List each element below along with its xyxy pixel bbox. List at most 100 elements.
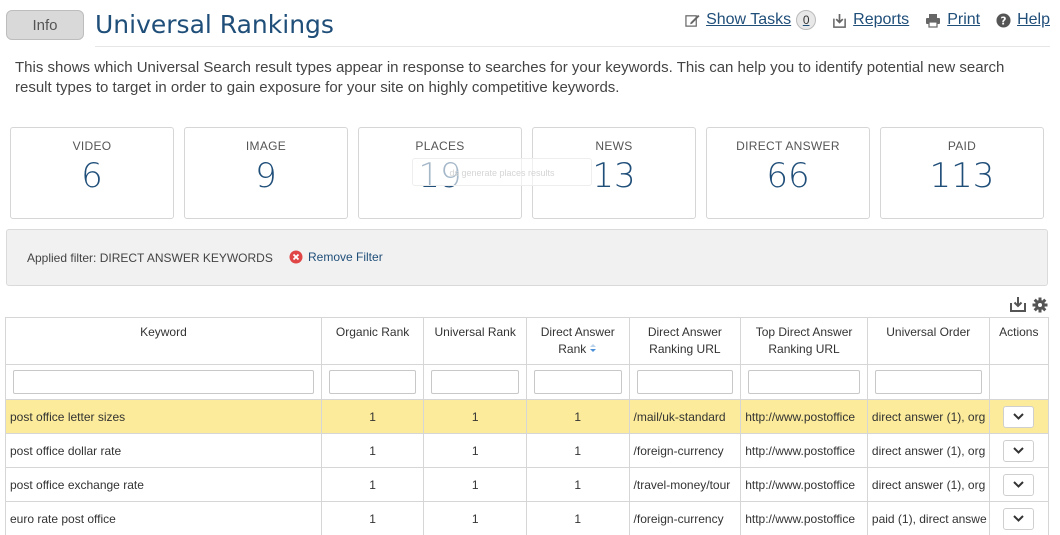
export-icon [1010,297,1026,312]
export-button[interactable] [1010,296,1026,317]
keyword-cell: euro rate post office [5,501,322,535]
applied-filter-text: Applied filter: DIRECT ANSWER KEYWORDS [27,251,273,265]
stat-label: VIDEO [72,139,112,153]
column-header-label: Universal Order [886,325,971,339]
direct-answer-url-cell[interactable]: /foreign-currency [628,433,742,468]
column-header-organic-rank[interactable]: Organic Rank [320,317,425,365]
remove-filter-button[interactable]: Remove Filter [289,250,383,264]
row-actions-dropdown[interactable] [1003,507,1035,530]
direct-answer-rank-cell: 1 [525,501,630,535]
direct-answer-rank-filter-input[interactable] [533,370,622,394]
table-row[interactable]: post office letter sizes 1 1 1 /mail/uk-… [5,399,1050,434]
show-tasks-label: Show Tasks [706,11,792,28]
stat-card-paid[interactable]: PAID 113 [880,127,1044,219]
filter-cell [988,364,1050,400]
top-direct-answer-url-filter-input[interactable] [748,370,860,394]
column-header-universal-rank[interactable]: Universal Rank [423,317,527,365]
table-row[interactable]: euro rate post office 1 1 1 /foreign-cur… [5,501,1050,535]
direct-answer-url-cell[interactable]: /travel-money/tour [628,467,742,502]
direct-answer-url-filter-input[interactable] [636,370,734,394]
page-description: This shows which Universal Search result… [15,59,1005,96]
universal-rank-cell: 1 [423,399,527,434]
column-header-label: Top Direct Answer Ranking URL [755,325,853,356]
show-tasks-link[interactable]: Show Tasks 0 [685,10,817,30]
keyword-cell: post office dollar rate [5,433,322,468]
universal-order-cell: direct answer (1), org [866,433,990,468]
actions-cell [988,467,1050,502]
header-divider [95,46,1050,47]
column-header-label: Direct Answer Rank [540,325,615,356]
stat-label: PAID [947,139,977,153]
top-direct-answer-url-cell[interactable]: http://www.postoffice [740,501,868,535]
table-row[interactable]: post office exchange rate 1 1 1 /travel-… [5,467,1050,502]
column-header-actions: Actions [988,317,1050,365]
column-header-label: Keyword [140,325,187,339]
stat-card-video[interactable]: VIDEO 6 [10,127,174,219]
chevron-down-icon [1013,515,1025,522]
applied-filter-bar: Applied filter: DIRECT ANSWER KEYWORDS R… [6,229,1048,286]
filter-cell [525,364,630,400]
sort-descending-icon [590,344,597,352]
top-links: Show Tasks 0 Reports Print ? Help [669,10,1050,30]
top-direct-answer-url-cell[interactable]: http://www.postoffice [740,399,868,434]
keyword-cell: post office letter sizes [5,399,322,434]
column-header-label: Direct Answer Ranking URL [647,325,722,356]
edit-icon [685,14,700,27]
print-icon [926,13,941,28]
svg-text:?: ? [1001,15,1007,27]
direct-answer-url-cell[interactable]: /mail/uk-standard [628,399,742,434]
universal-order-cell: direct answer (1), org [866,399,990,434]
column-header-direct-answer-rank[interactable]: Direct Answer Rank [525,317,630,365]
column-filter-row [5,364,1050,400]
column-header-top-direct-answer-url[interactable]: Top Direct Answer Ranking URL [740,317,868,365]
filter-cell [320,364,425,400]
row-actions-dropdown[interactable] [1003,405,1035,428]
row-actions-dropdown[interactable] [1003,473,1035,496]
column-header-label: Universal Rank [434,325,516,339]
stat-value: 6 [81,156,103,196]
filter-cell [5,364,322,400]
column-header-direct-answer-url[interactable]: Direct Answer Ranking URL [628,317,742,365]
faded-tooltip: ds generate places results [412,158,592,186]
column-header-label: Organic Rank [335,325,410,339]
organic-rank-cell: 1 [320,399,425,434]
chevron-down-icon [1013,481,1025,488]
remove-filter-label: Remove Filter [308,250,383,264]
filter-cell [423,364,527,400]
stat-label: IMAGE [245,139,287,153]
rankings-table: Keyword Organic Rank Universal Rank Dire… [5,317,1050,535]
help-link[interactable]: ? Help [996,11,1050,29]
reports-icon [833,13,847,28]
universal-rank-cell: 1 [423,467,527,502]
info-button[interactable]: Info [6,10,84,40]
actions-cell [988,433,1050,468]
universal-order-filter-input[interactable] [874,370,982,394]
direct-answer-url-cell[interactable]: /foreign-currency [628,501,742,535]
table-header-row: Keyword Organic Rank Universal Rank Dire… [5,317,1050,365]
stat-label: DIRECT ANSWER [736,139,840,153]
column-header-keyword[interactable]: Keyword [5,317,322,365]
stat-card-image[interactable]: IMAGE 9 [184,127,348,219]
table-row[interactable]: post office dollar rate 1 1 1 /foreign-c… [5,433,1050,468]
column-header-universal-order[interactable]: Universal Order [866,317,990,365]
chevron-down-icon [1013,447,1025,454]
filter-cell [628,364,742,400]
organic-rank-filter-input[interactable] [328,370,417,394]
direct-answer-rank-cell: 1 [525,433,630,468]
stat-card-direct-answer[interactable]: DIRECT ANSWER 66 [706,127,870,219]
organic-rank-cell: 1 [320,467,425,502]
print-link[interactable]: Print [925,11,980,29]
universal-rank-filter-input[interactable] [431,370,519,394]
row-actions-dropdown[interactable] [1003,439,1035,462]
stat-value: 113 [929,156,995,196]
reports-label: Reports [853,11,910,28]
reports-link[interactable]: Reports [832,11,909,29]
top-direct-answer-url-cell[interactable]: http://www.postoffice [740,467,868,502]
keyword-filter-input[interactable] [13,370,314,394]
universal-order-cell: paid (1), direct answe [866,501,990,535]
table-settings-button[interactable] [1032,297,1048,318]
direct-answer-rank-cell: 1 [525,399,630,434]
top-direct-answer-url-cell[interactable]: http://www.postoffice [740,433,868,468]
universal-order-cell: direct answer (1), org [866,467,990,502]
print-label: Print [947,11,981,28]
